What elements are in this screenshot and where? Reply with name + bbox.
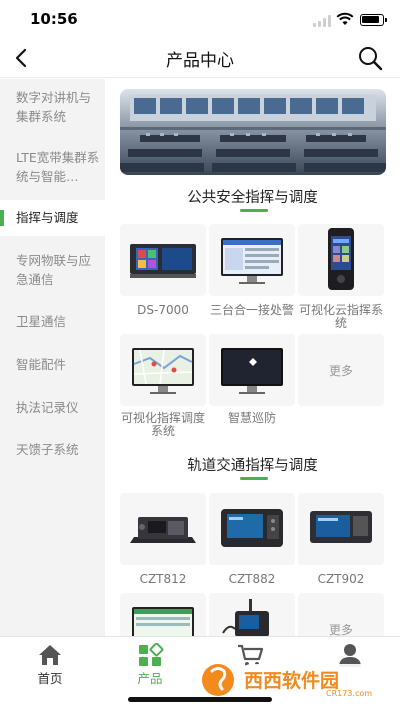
monitor-image	[221, 238, 283, 284]
product-label: 智慧巡防	[227, 411, 276, 425]
monitor-dark-image	[221, 348, 283, 394]
sidebar-item-label: LTE宽带集群系统与智能…	[16, 150, 100, 184]
sidebar-item-label: 执法记录仪	[16, 400, 79, 415]
radio-terminal-image	[221, 509, 283, 547]
product-label: DS-7000	[137, 303, 189, 317]
tab-label: 产品	[137, 671, 163, 686]
product-label: CZT812	[139, 572, 187, 586]
status-time: 10:56	[30, 10, 78, 28]
category-sidebar: 数字对讲机与集群系统 LTE宽带集群系统与智能… 指挥与调度 专网物联与应急通信…	[0, 79, 105, 636]
section-title-rail-transit: 轨道交通指挥与调度	[187, 458, 318, 474]
more-label: 更多	[328, 364, 353, 378]
sidebar-item-antenna[interactable]: 天馈子系统	[0, 440, 105, 462]
radio-terminal-image	[130, 517, 196, 543]
watermark-logo: 西西软件园 CR173.com	[202, 664, 382, 698]
sidebar-item-label: 智能配件	[16, 357, 67, 372]
product-tile-110-119-120[interactable]	[209, 224, 295, 296]
monitor-image	[132, 607, 194, 636]
grid-icon	[139, 643, 164, 666]
product-tile-visual-command[interactable]	[120, 334, 206, 406]
product-label: 可视化云指挥系统	[298, 303, 383, 330]
svg-text:CR173.com: CR173.com	[326, 689, 372, 698]
sidebar-item-body-camera[interactable]: 执法记录仪	[0, 398, 105, 420]
sidebar-item-iot-emergency[interactable]: 专网物联与应急通信	[0, 251, 105, 295]
more-label: 更多	[328, 623, 353, 636]
product-tile-rail-4[interactable]	[120, 593, 206, 636]
product-tile-smart-patrol[interactable]	[209, 334, 295, 406]
home-icon	[39, 645, 61, 665]
page-title: 产品中心	[166, 51, 234, 71]
sidebar-item-command-dispatch[interactable]: 指挥与调度	[0, 200, 105, 236]
sidebar-item-digital-radio[interactable]: 数字对讲机与集群系统	[0, 88, 105, 132]
tab-products[interactable]: 产品	[100, 637, 200, 697]
product-tile-czt902[interactable]	[298, 493, 384, 565]
sidebar-item-accessories[interactable]: 智能配件	[0, 355, 105, 377]
tab-label: 首页	[37, 671, 63, 686]
status-bar: 10:56	[0, 0, 400, 40]
product-label: CZT882	[228, 572, 276, 586]
dispatch-console-image	[130, 244, 196, 278]
svg-text:西西软件园: 西西软件园	[244, 669, 339, 692]
section-underline	[240, 477, 268, 480]
monitor-map-image	[132, 348, 194, 394]
sidebar-item-label: 专网物联与应急通信	[16, 253, 92, 287]
product-label: CZT902	[317, 572, 365, 586]
product-tile-cloud-command[interactable]	[298, 224, 384, 296]
product-tile-rail-5[interactable]	[209, 593, 295, 636]
sidebar-item-label: 指挥与调度	[16, 210, 79, 225]
sidebar-item-satellite[interactable]: 卫星通信	[0, 312, 105, 334]
section-underline	[240, 209, 268, 212]
home-indicator	[128, 697, 272, 702]
banner-image[interactable]	[120, 89, 386, 175]
tab-home[interactable]: 首页	[0, 637, 100, 697]
radio-terminal-image	[310, 511, 372, 543]
active-indicator	[0, 210, 4, 226]
product-tile-czt812[interactable]	[120, 493, 206, 565]
more-button[interactable]: 更多	[298, 593, 384, 636]
battery-icon	[360, 14, 387, 26]
sidebar-item-lte[interactable]: LTE宽带集群系统与智能…	[0, 148, 105, 192]
wifi-icon	[336, 12, 354, 25]
section-title-public-safety: 公共安全指挥与调度	[187, 190, 318, 206]
sidebar-item-label: 卫星通信	[16, 314, 67, 329]
product-label: 三台合一接处警	[209, 303, 294, 317]
product-tile-ds7000[interactable]	[120, 224, 206, 296]
sidebar-item-label: 天馈子系统	[16, 442, 79, 457]
cellular-signal-icon	[313, 15, 335, 27]
nav-bar: 产品中心	[0, 40, 400, 78]
search-icon[interactable]	[356, 44, 384, 72]
handheld-terminal-image	[328, 228, 354, 290]
radio-terminal-image	[222, 599, 269, 636]
product-tile-czt882[interactable]	[209, 493, 295, 565]
product-label: 可视化指挥调度系统	[120, 411, 205, 438]
product-content: 公共安全指挥与调度 DS-7000 三台合一接处警 可视化云指挥系统 可视化指挥…	[105, 79, 400, 636]
more-button[interactable]: 更多	[298, 334, 384, 406]
sidebar-item-label: 数字对讲机与集群系统	[16, 90, 92, 124]
